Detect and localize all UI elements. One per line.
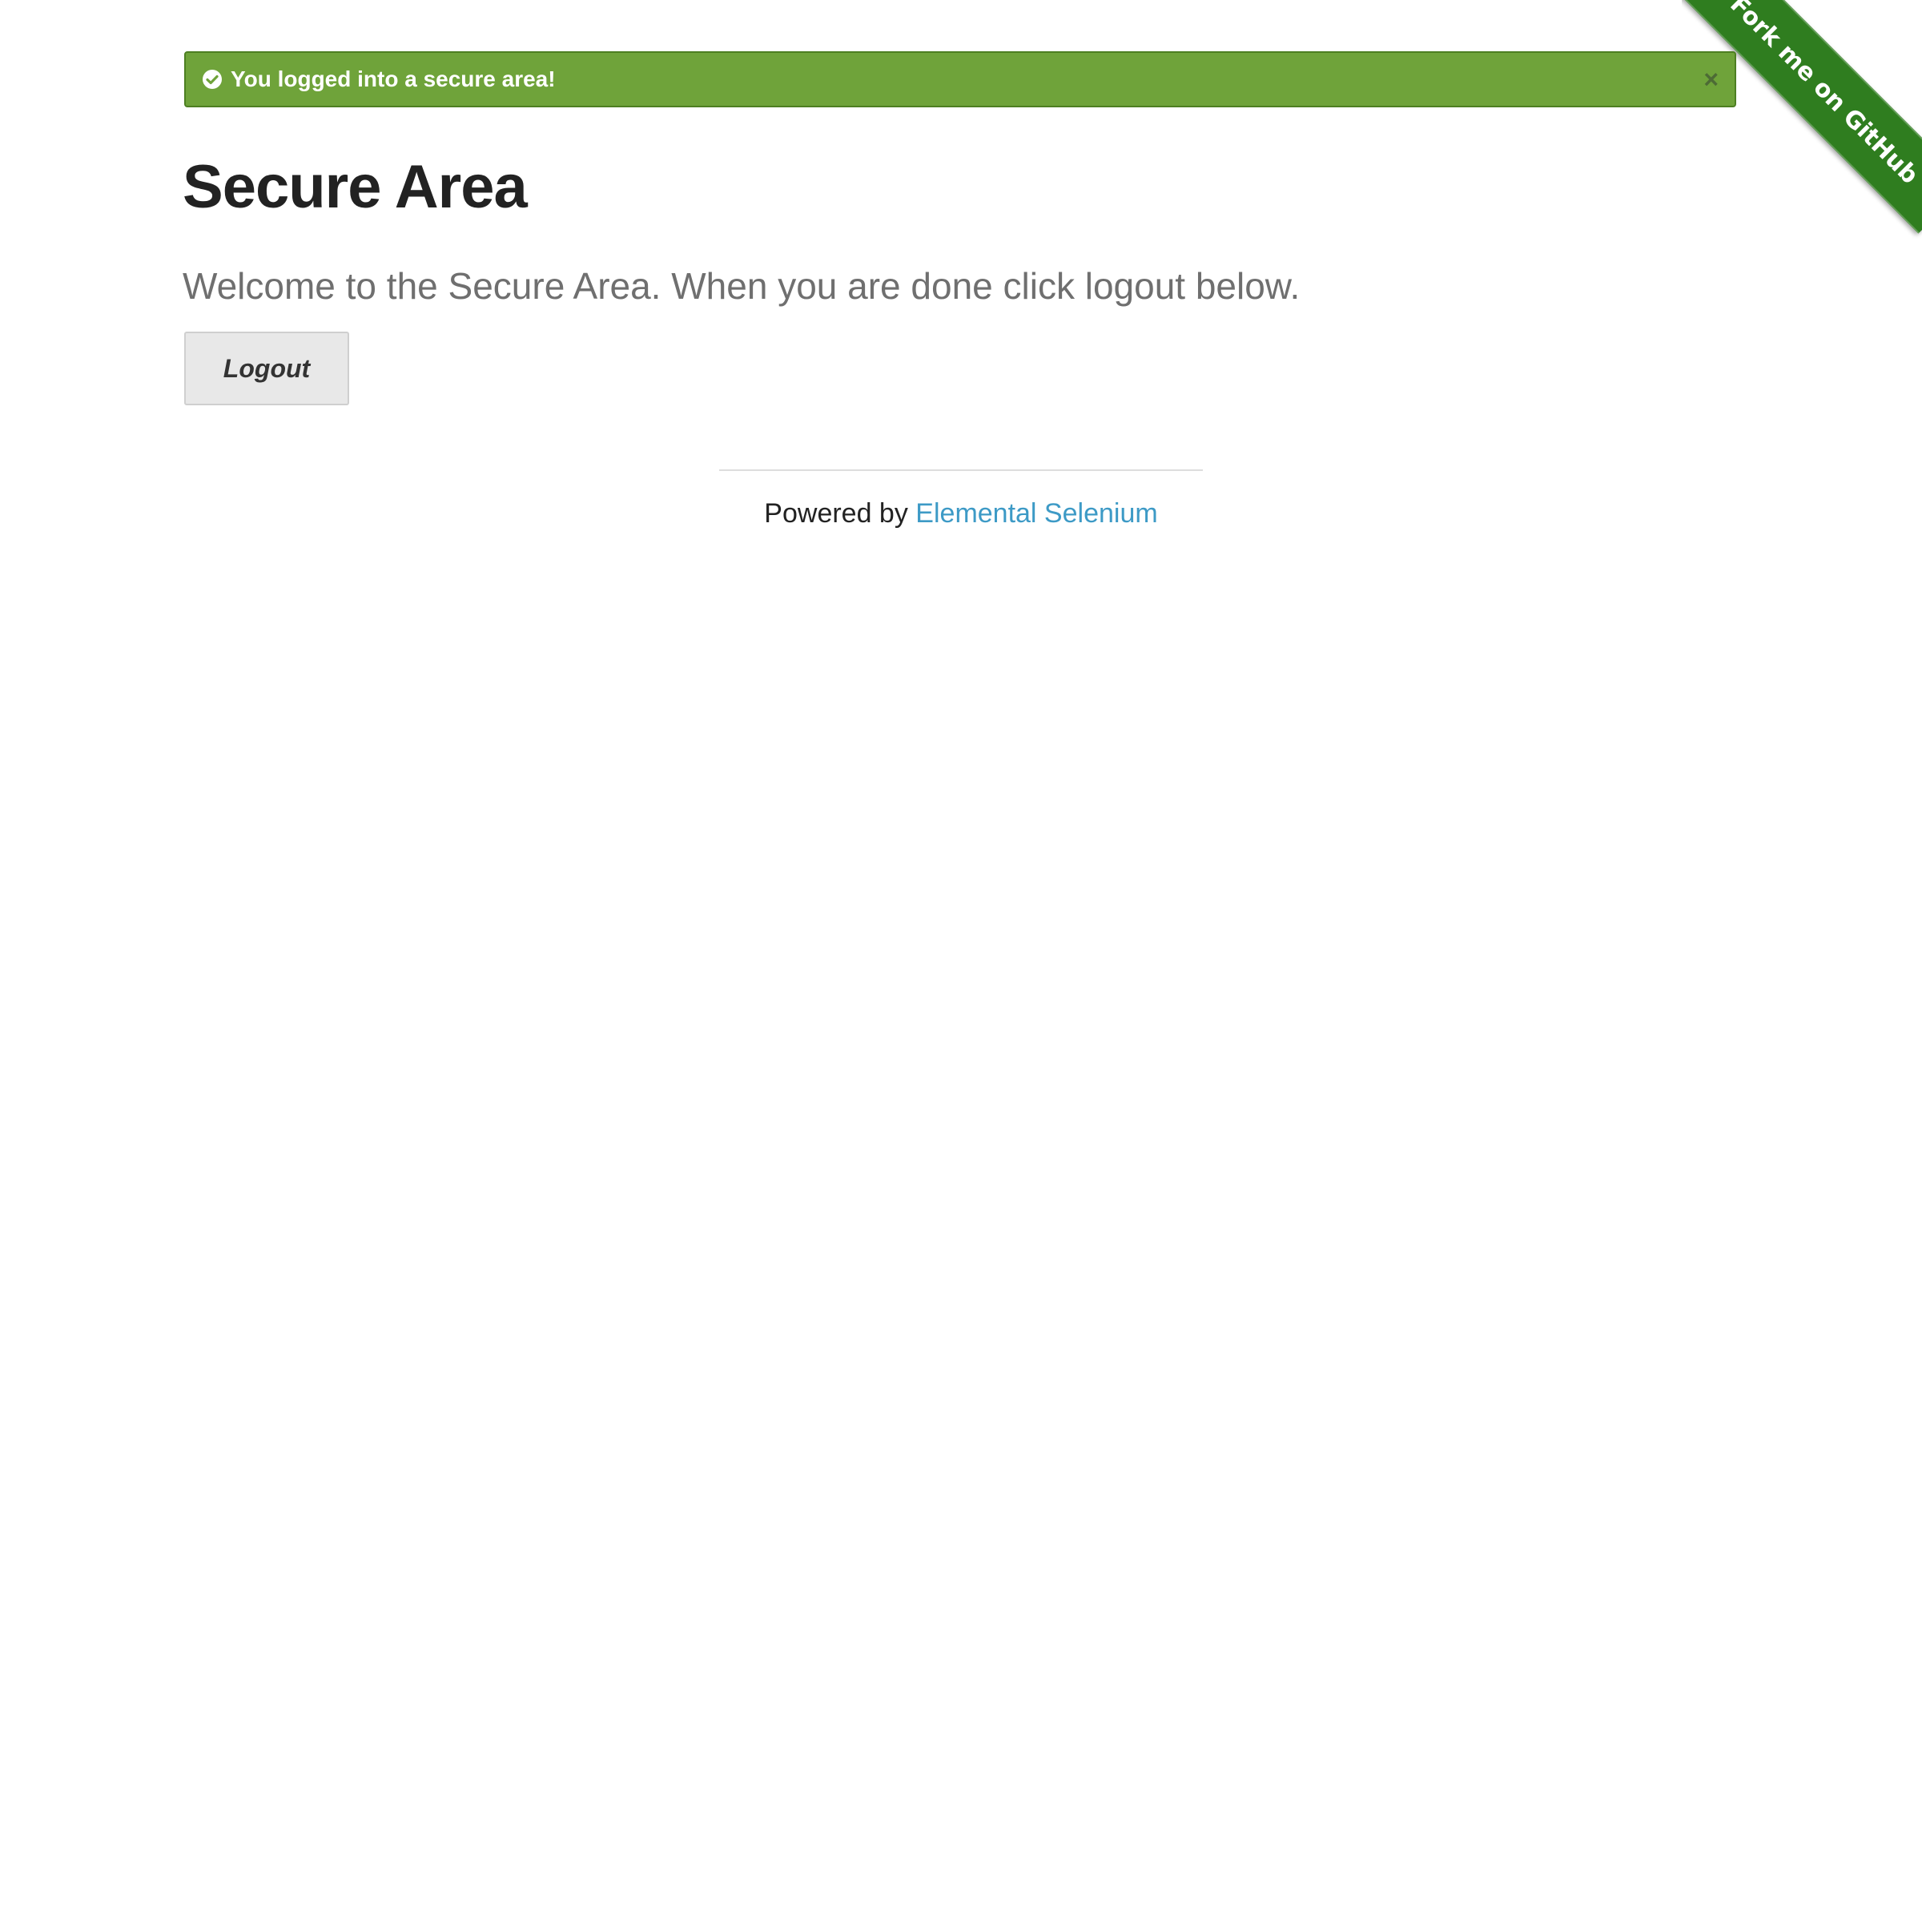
- logout-button[interactable]: Logout: [184, 332, 349, 405]
- page: Fork me on GitHub You logged into a secu…: [0, 0, 1922, 1932]
- footer-text: Powered by Elemental Selenium: [764, 498, 1157, 529]
- page-title: Secure Area: [183, 153, 528, 221]
- github-ribbon-container: Fork me on GitHub: [1682, 0, 1922, 240]
- fork-me-ribbon[interactable]: Fork me on GitHub: [1682, 0, 1922, 234]
- footer-divider: [719, 469, 1203, 471]
- subheader-text: Welcome to the Secure Area. When you are…: [183, 265, 1301, 307]
- close-icon[interactable]: ×: [1703, 66, 1719, 92]
- flash-text: You logged into a secure area!: [231, 66, 556, 91]
- flash-message: You logged into a secure area! ×: [184, 51, 1736, 107]
- footer-prefix: Powered by: [764, 498, 916, 529]
- elemental-selenium-link[interactable]: Elemental Selenium: [915, 498, 1157, 529]
- footer: Powered by Elemental Selenium: [0, 498, 1922, 529]
- check-circle-icon: [202, 69, 223, 90]
- logout-button-label: Logout: [223, 353, 311, 383]
